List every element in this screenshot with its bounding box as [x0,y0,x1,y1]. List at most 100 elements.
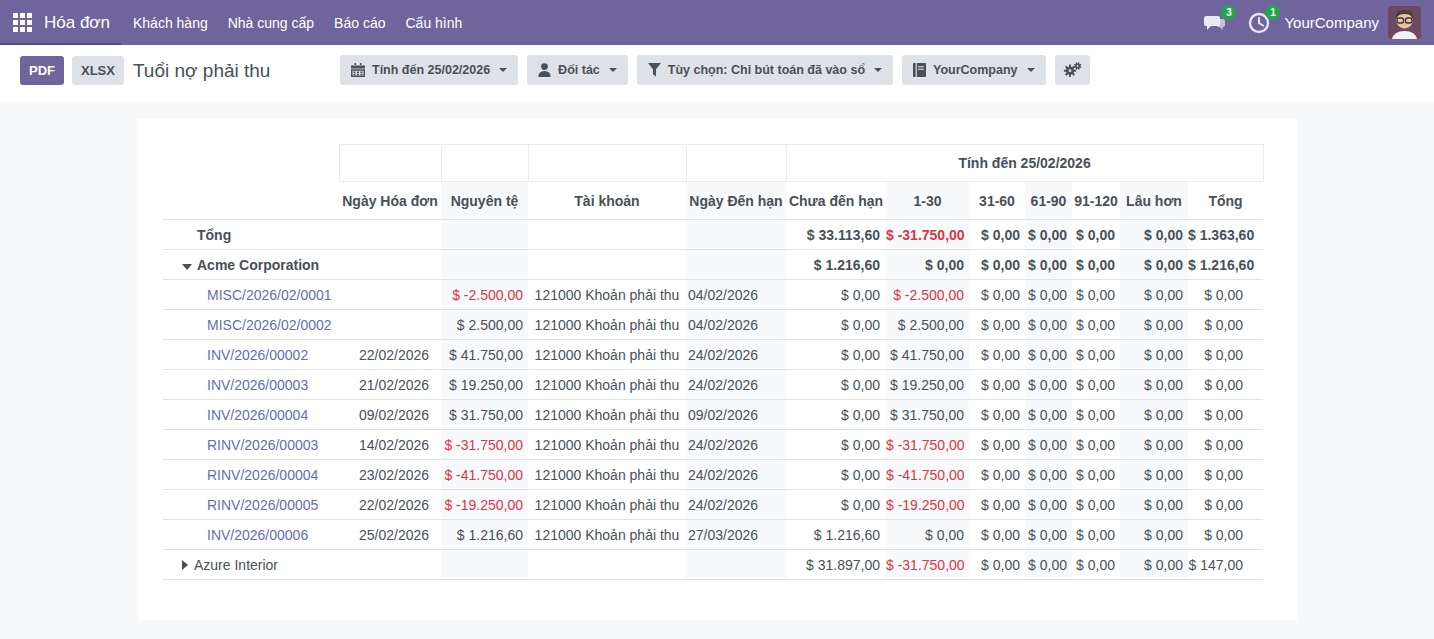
cell-account: 121000 Khoản phải thu [528,340,686,370]
cell-inv-date [339,550,441,580]
filters-bar: Tính đến 25/02/2026 Đối tác Tùy chọn: Chỉ … [340,55,1090,85]
cell-inv-date [339,280,441,310]
user-menu[interactable]: YourCompany [1284,14,1379,31]
page-title: Tuổi nợ phải thu [133,60,270,82]
cell-account: 121000 Khoản phải thu [528,520,686,550]
partner-name: Azure Interior [194,557,278,573]
move-link[interactable]: INV/2026/00006 [207,527,308,543]
cell-currency: $ 41.750,00 [441,340,528,370]
cell-d91-120: $ 0,00 [1072,370,1120,400]
cell-older: $ 0,00 [1120,550,1188,580]
move-link[interactable]: RINV/2026/00003 [207,437,318,453]
cell-total: $ 0,00 [1188,400,1263,430]
cell-total: $ 0,00 [1188,430,1263,460]
move-link[interactable]: INV/2026/00003 [207,377,308,393]
cell-not-due: $ 0,00 [786,340,886,370]
cell-d1-30: $ -19.250,00 [886,490,969,520]
table-row-INV/2026/00004: INV/2026/0000409/02/2026$ 31.750,0012100… [163,400,1263,430]
apps-menu-button[interactable] [0,1,44,45]
cell-due-date: 09/02/2026 [686,400,786,430]
cell-d31-60: $ 0,00 [969,250,1025,280]
cell-due-date [686,550,786,580]
nav-item-3[interactable]: Báo cáo [334,15,385,31]
cell-d1-30: $ 31.750,00 [886,400,969,430]
navbar-systray: 3 1 YourCompany [1203,6,1434,39]
nav-item-4[interactable]: Cấu hình [405,15,462,31]
messages-badge: 3 [1221,5,1236,20]
nav-item-1[interactable]: Khách hàng [133,15,208,31]
nav-item-2[interactable]: Nhà cung cấp [228,15,314,31]
cell-d61-90: $ 0,00 [1025,250,1072,280]
pdf-button[interactable]: PDF [20,56,64,85]
journal-filter-button[interactable]: YourCompany [902,55,1046,85]
cell-due-date: 24/02/2026 [686,430,786,460]
cell-currency: $ -2.500,00 [441,280,528,310]
cell-d61-90: $ 0,00 [1025,400,1072,430]
table-row-INV/2026/00002: INV/2026/0000222/02/2026$ 41.750,0012100… [163,340,1263,370]
col-header-currency: Nguyên tệ [441,182,528,220]
cell-total: $ 0,00 [1188,490,1263,520]
cell-d31-60: $ 0,00 [969,490,1025,520]
cell-d61-90: $ 0,00 [1025,520,1072,550]
move-link[interactable]: MISC/2026/02/0001 [207,287,332,303]
cell-due-date [686,220,786,250]
cell-d31-60: $ 0,00 [969,400,1025,430]
cell-d91-120: $ 0,00 [1072,340,1120,370]
cell-total: $ 0,00 [1188,310,1263,340]
cell-total: $ 1.363,60 [1188,220,1263,250]
move-name-cell: MISC/2026/02/0001 [163,280,339,310]
cell-d1-30: $ -31.750,00 [886,430,969,460]
cell-due-date: 24/02/2026 [686,340,786,370]
col-header-d61-90: 61-90 [1025,182,1072,220]
cell-currency [441,220,528,250]
cell-d1-30: $ -2.500,00 [886,280,969,310]
cell-total: $ 147,00 [1188,550,1263,580]
cell-not-due: $ 0,00 [786,310,886,340]
table-row-INV/2026/00003: INV/2026/0000321/02/2026$ 19.250,0012100… [163,370,1263,400]
move-link[interactable]: INV/2026/00004 [207,407,308,423]
date-filter-button[interactable]: Tính đến 25/02/2026 [340,55,518,85]
move-name-cell: RINV/2026/00003 [163,430,339,460]
cell-inv-date: 09/02/2026 [339,400,441,430]
cell-total: $ 0,00 [1188,460,1263,490]
activities-button[interactable]: 1 [1247,11,1271,35]
chevron-down-icon [874,68,882,72]
options-filter-button[interactable]: Tùy chọn: Chỉ bút toán đã vào sổ [637,55,893,85]
cell-inv-date [339,250,441,280]
nav-menu: Khách hàng Nhà cung cấp Báo cáo Cấu hình [133,15,462,31]
cell-d61-90: $ 0,00 [1025,460,1072,490]
cell-d91-120: $ 0,00 [1072,400,1120,430]
col-header-inv-date: Ngày Hóa đơn [339,182,441,220]
cell-d31-60: $ 0,00 [969,340,1025,370]
avatar[interactable] [1388,6,1421,39]
caret-down-icon [182,264,192,270]
cell-due-date: 24/02/2026 [686,460,786,490]
move-link[interactable]: INV/2026/00002 [207,347,308,363]
cell-d1-30: $ -31.750,00 [886,220,969,250]
cell-currency: $ -19.250,00 [441,490,528,520]
cell-d91-120: $ 0,00 [1072,490,1120,520]
partner-group-toggle[interactable]: Azure Interior [163,550,339,580]
settings-button[interactable] [1055,55,1090,85]
header-row-boxes: Tính đến 25/02/2026 [163,145,1263,182]
cell-d31-60: $ 0,00 [969,520,1025,550]
xlsx-button[interactable]: XLSX [72,56,124,85]
partner-filter-button[interactable]: Đối tác [527,55,628,85]
filter-label: Tính đến 25/02/2026 [372,63,490,77]
messages-button[interactable]: 3 [1203,11,1227,35]
partner-group-toggle[interactable]: Acme Corporation [163,250,339,280]
cell-d1-30: $ 41.750,00 [886,340,969,370]
move-link[interactable]: RINV/2026/00004 [207,467,318,483]
cell-account [528,250,686,280]
cell-not-due: $ 0,00 [786,490,886,520]
calendar-icon [351,63,365,77]
app-name[interactable]: Hóa đơn [44,13,110,33]
caret-right-icon [182,560,188,570]
cell-not-due: $ 33.113,60 [786,220,886,250]
move-link[interactable]: RINV/2026/00005 [207,497,318,513]
move-link[interactable]: MISC/2026/02/0002 [207,317,332,333]
cell-older: $ 0,00 [1120,250,1188,280]
cell-due-date: 24/02/2026 [686,490,786,520]
move-name-cell: RINV/2026/00005 [163,490,339,520]
filter-label: Tùy chọn: Chỉ bút toán đã vào sổ [668,63,865,77]
